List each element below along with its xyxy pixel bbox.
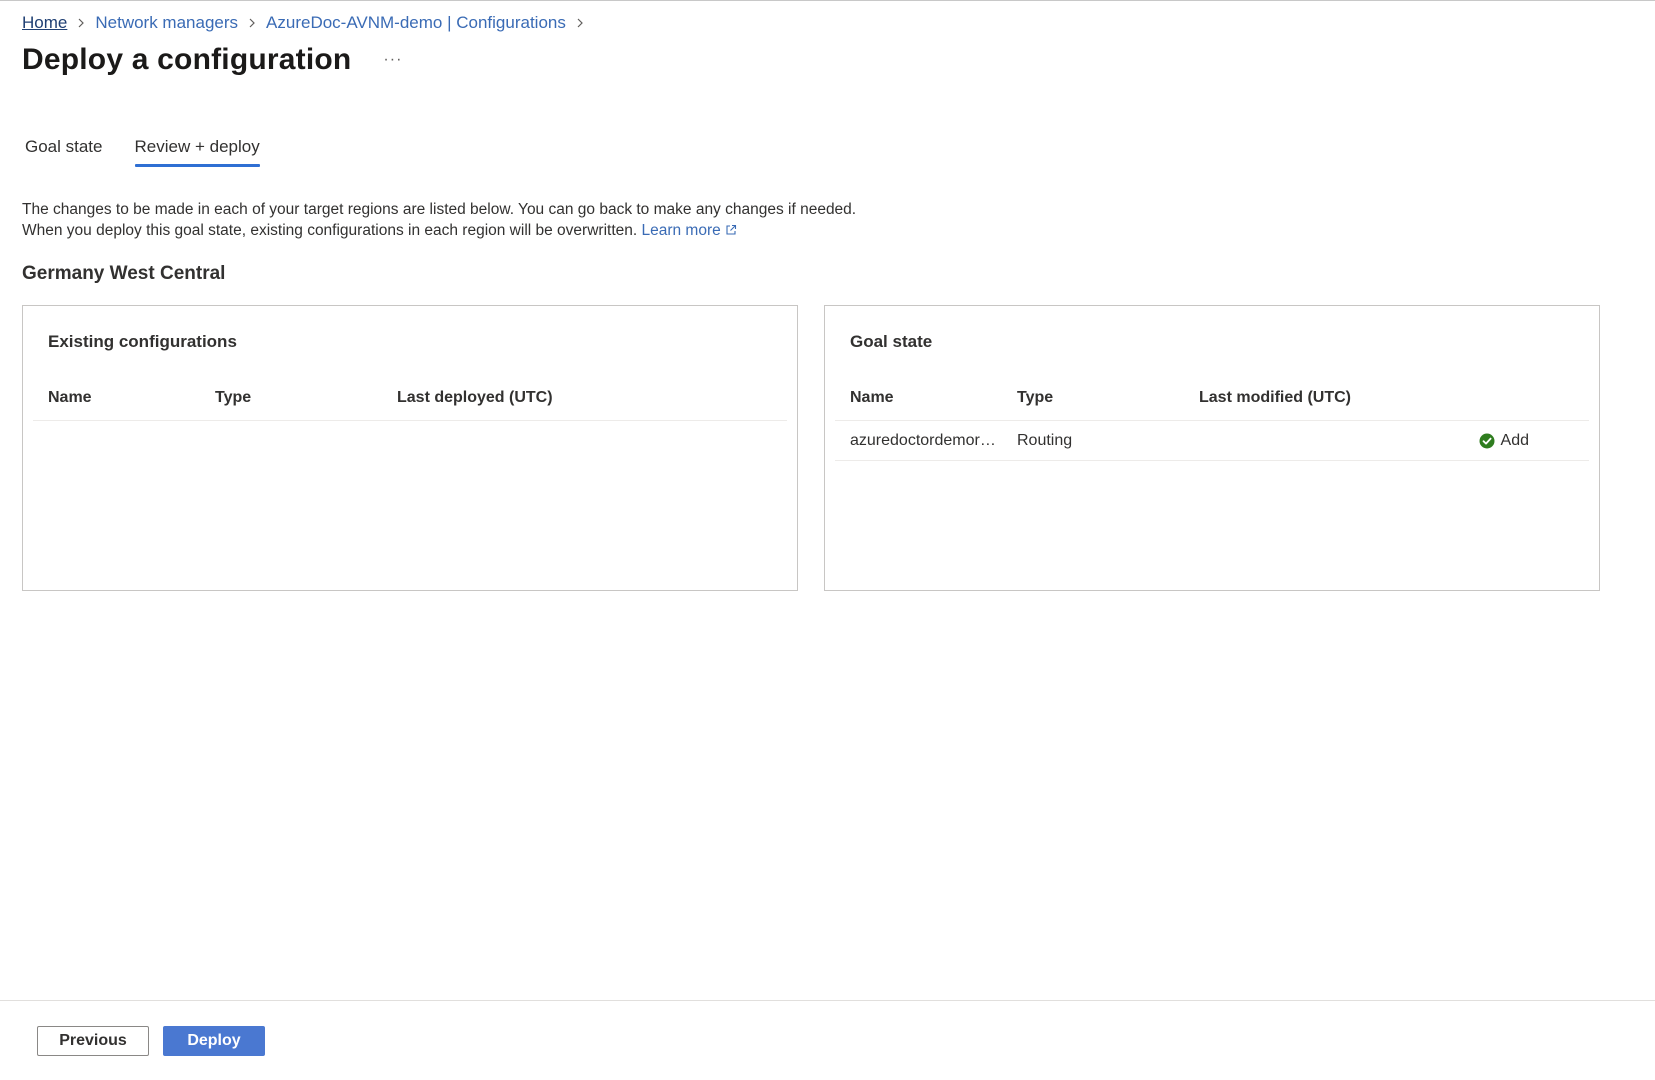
table-header: Name Type Last modified (UTC) (835, 376, 1589, 421)
column-header-name[interactable]: Name (33, 389, 215, 407)
table-header: Name Type Last deployed (UTC) (33, 376, 787, 421)
goal-state-panel: Goal state Name Type Last modified (UTC)… (824, 305, 1600, 591)
table-row[interactable]: azuredoctordemoro... Routing Add (835, 421, 1589, 461)
status-label: Add (1500, 431, 1529, 449)
goal-state-table: Name Type Last modified (UTC) azuredocto… (835, 376, 1589, 461)
description-line-2: When you deploy this goal state, existin… (22, 220, 856, 242)
learn-more-label: Learn more (641, 222, 721, 239)
row-name-cell: azuredoctordemoro... (835, 432, 1017, 450)
breadcrumb: Home Network managers AzureDoc-AVNM-demo… (22, 11, 594, 35)
learn-more-link[interactable]: Learn more (641, 222, 736, 239)
existing-configurations-panel: Existing configurations Name Type Last d… (22, 305, 798, 591)
region-title: Germany West Central (22, 263, 226, 284)
tab-bar: Goal state Review + deploy (22, 129, 292, 167)
description: The changes to be made in each of your t… (22, 199, 856, 242)
existing-configurations-title: Existing configurations (48, 332, 237, 351)
row-name: azuredoctordemoro... (850, 431, 1002, 449)
more-options-button[interactable]: ··· (377, 49, 408, 71)
external-link-icon (725, 221, 737, 242)
page: Home Network managers AzureDoc-AVNM-demo… (0, 0, 1655, 1080)
page-title: Deploy a configuration (22, 43, 352, 76)
column-header-last-modified[interactable]: Last modified (UTC) (1199, 389, 1429, 407)
previous-button[interactable]: Previous (37, 1026, 149, 1056)
column-header-type[interactable]: Type (1017, 389, 1199, 407)
row-type: Routing (1017, 431, 1073, 449)
deploy-button[interactable]: Deploy (163, 1026, 265, 1056)
row-status: Add (1429, 432, 1589, 450)
existing-configurations-table: Name Type Last deployed (UTC) (33, 376, 787, 421)
description-line-1: The changes to be made in each of your t… (22, 201, 857, 218)
goal-state-title: Goal state (850, 332, 933, 351)
breadcrumb-home[interactable]: Home (22, 13, 67, 33)
breadcrumb-network-managers[interactable]: Network managers (95, 13, 238, 33)
tab-review-deploy[interactable]: Review + deploy (134, 129, 260, 167)
tab-goal-state[interactable]: Goal state (22, 129, 103, 167)
chevron-right-icon (238, 18, 266, 28)
chevron-right-icon (67, 18, 95, 28)
check-circle-icon (1479, 433, 1495, 448)
footer-bar: Previous Deploy (0, 1000, 1655, 1080)
breadcrumb-configurations[interactable]: AzureDoc-AVNM-demo | Configurations (266, 13, 566, 33)
column-header-name[interactable]: Name (835, 389, 1017, 407)
column-header-last-deployed[interactable]: Last deployed (UTC) (397, 389, 627, 407)
description-line-2-text: When you deploy this goal state, existin… (22, 222, 638, 239)
chevron-right-icon (566, 18, 594, 28)
column-header-type[interactable]: Type (215, 389, 397, 407)
title-row: Deploy a configuration ··· (22, 43, 408, 77)
